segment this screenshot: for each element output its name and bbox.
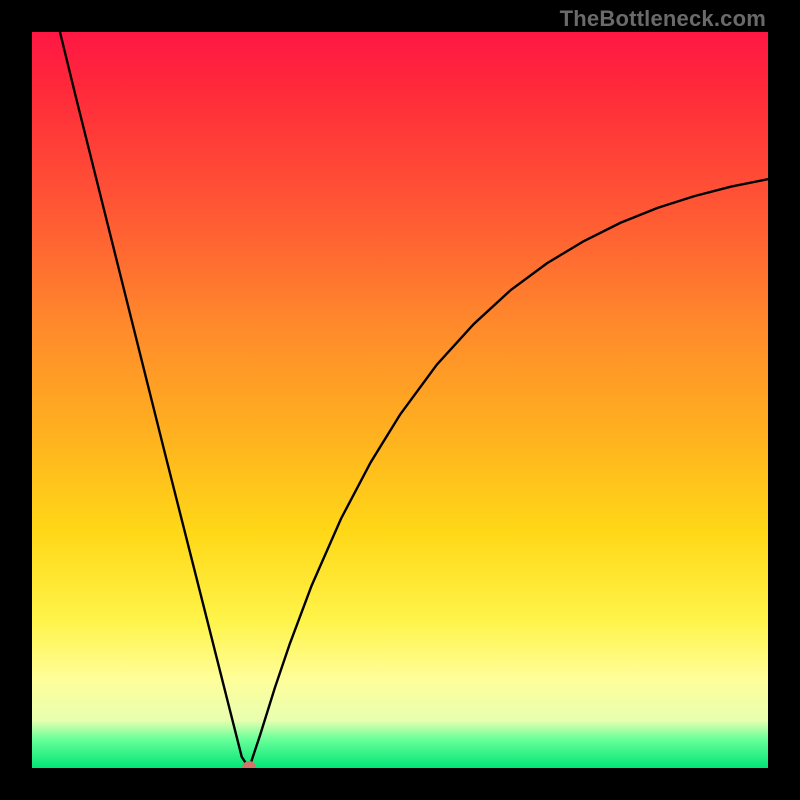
minimum-marker <box>32 32 768 768</box>
chart-container: TheBottleneck.com <box>0 0 800 800</box>
watermark-text: TheBottleneck.com <box>560 6 766 32</box>
minimum-dot-icon <box>242 761 256 768</box>
plot-area <box>32 32 768 768</box>
